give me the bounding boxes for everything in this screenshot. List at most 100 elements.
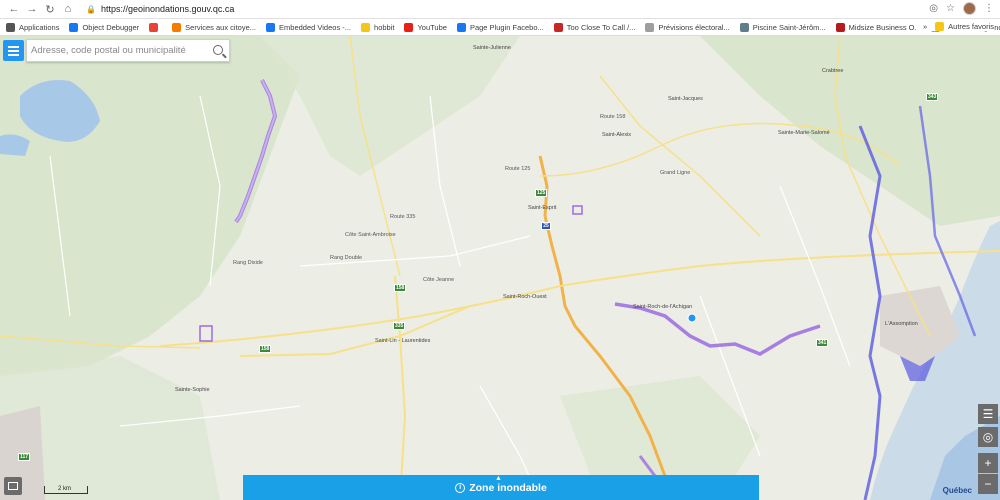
folder-icon — [935, 22, 945, 31]
image-layer-icon — [8, 482, 18, 490]
map-tools: ☰ ◎ — [978, 404, 998, 447]
bookmark-item[interactable]: hobbit — [361, 22, 395, 32]
bookmark-item[interactable]: Piscine Saint-Jérôm... — [739, 22, 826, 32]
highway-shield: 343 — [926, 93, 939, 101]
globe-icon — [739, 22, 749, 32]
highway-shield: 117 — [18, 453, 31, 461]
map-label-town: Crabtree — [822, 68, 844, 74]
map-label-town: Saint-Roch-Ouest — [503, 294, 547, 300]
hamburger-icon-line — [8, 49, 19, 52]
geolocate-icon[interactable]: ◎ — [978, 427, 998, 447]
bookmark-item[interactable]: Prévisions électoral... — [645, 22, 730, 32]
other-bookmarks[interactable]: » Autres favoris — [916, 22, 994, 31]
map-label-road: Rang Dixide — [233, 260, 263, 266]
bookmark-label: Embedded Videos -... — [279, 22, 352, 32]
bookmark-label: Too Close To Call /... — [566, 22, 636, 32]
bag-icon — [835, 22, 845, 32]
map-label-road: Rang Double — [330, 255, 363, 261]
folder-icon — [361, 22, 371, 32]
map-label-town: Saint-Esprit — [528, 205, 557, 211]
kebab-menu-icon[interactable]: ⋮ — [984, 3, 994, 14]
zoom-out-button[interactable]: − — [978, 474, 998, 494]
bookmark-item[interactable]: Services aux citoye... — [172, 22, 257, 32]
facebook-icon — [69, 22, 79, 32]
highway-shield: 341 — [816, 339, 829, 347]
zoom-in-button[interactable]: + — [978, 453, 998, 473]
bookmark-item[interactable]: Page Plugin Facebo... — [456, 22, 544, 32]
hamburger-icon-line — [8, 53, 19, 56]
highway-shield: 125 — [535, 189, 548, 197]
browser-address-bar: ← → ↻ ⌂ 🔒 https://geoinondations.gouv.qc… — [0, 0, 1000, 19]
map-label-road: Grand Ligne — [660, 170, 691, 176]
asterisk-icon — [172, 22, 182, 32]
bookmark-label: YouTube — [417, 22, 447, 32]
search-icon[interactable] — [213, 45, 223, 55]
search-input[interactable] — [31, 45, 209, 56]
hamburger-icon — [8, 45, 19, 48]
location-icon[interactable]: ◎ — [929, 3, 938, 14]
map-label-road: Route 125 — [505, 166, 531, 172]
highway-shield: 158 — [394, 284, 407, 292]
google-icon — [149, 22, 159, 32]
map-graphics — [0, 36, 1000, 500]
bookmark-item[interactable]: Object Debugger — [69, 22, 140, 32]
bookmarks-bar: Applications Object Debugger Services aux … — [0, 19, 1000, 36]
forward-icon[interactable]: → — [24, 1, 40, 17]
avatar[interactable] — [963, 2, 976, 15]
zoom-controls: + − — [978, 453, 998, 494]
bookmark-item[interactable]: YouTube — [404, 22, 447, 32]
map-canvas[interactable]: Sainte-Julienne Saint-Jacques Saint-Alex… — [0, 36, 1000, 500]
bookmark-label: Page Plugin Facebo... — [469, 22, 544, 32]
map-label-town: Sainte-Julienne — [473, 45, 511, 51]
basemap-layer-button[interactable] — [4, 477, 22, 495]
bookmark-label: Services aux citoye... — [185, 22, 257, 32]
map-label-road: Route 158 — [600, 114, 626, 120]
bookmark-label: Piscine Saint-Jérôm... — [752, 22, 826, 32]
bookmark-label: Object Debugger — [82, 22, 140, 32]
map-label-town: Saint-Lin - Laurentides — [375, 338, 431, 344]
scale-label: 2 km — [58, 486, 72, 492]
bookmark-item[interactable]: Midsize Business O... — [835, 22, 921, 32]
star-icon[interactable]: ☆ — [946, 3, 955, 14]
map-label-town: Saint-Jacques — [668, 96, 703, 102]
facebook-icon — [266, 22, 276, 32]
youtube-icon — [404, 22, 414, 32]
map-label-town: Sainte-Sophie — [175, 387, 210, 393]
map-label-town: Saint-Roch-de-l'Achigan — [633, 304, 693, 310]
map-label-town: Saint-Alexis — [602, 132, 632, 138]
facebook-icon — [456, 22, 466, 32]
highway-shield: 335 — [393, 322, 406, 330]
chevron-up-icon: ▲ — [495, 475, 502, 482]
map-label-road: Côte Jeanne — [423, 277, 455, 283]
url-text: https://geoinondations.gouv.qc.ca — [100, 4, 235, 14]
map-label-road: Route 335 — [390, 214, 416, 220]
more-bookmarks-icon[interactable]: » — [923, 22, 927, 31]
list-icon[interactable]: ☰ — [978, 404, 998, 424]
map-label-road: Côte Saint-Ambroise — [345, 232, 396, 238]
address-search — [26, 39, 230, 62]
zone-inondable-panel-toggle[interactable]: ▲ i Zone inondable — [243, 475, 759, 500]
zone-banner-label: Zone inondable — [469, 481, 547, 494]
bookmark-label: Prévisions électoral... — [658, 22, 730, 32]
autoroute-shield: 25 — [541, 222, 551, 230]
bookmark-label: hobbit — [374, 22, 395, 32]
menu-button[interactable] — [3, 40, 24, 61]
bookmark-item[interactable] — [149, 22, 162, 32]
bookmark-item[interactable]: Applications — [6, 22, 60, 32]
bookmark-label: Applications — [19, 22, 60, 32]
url-field[interactable]: 🔒 https://geoinondations.gouv.qc.ca — [86, 2, 234, 17]
map-label-town: Sainte-Marie-Salomé — [778, 130, 830, 136]
quebec-logo: Québec — [942, 486, 972, 495]
bookmark-label: Midsize Business O... — [848, 22, 921, 32]
highway-shield: 158 — [259, 345, 272, 353]
lock-icon: 🔒 — [86, 4, 96, 14]
apps-grid-icon — [6, 22, 15, 32]
home-icon[interactable]: ⌂ — [60, 1, 76, 17]
reload-icon[interactable]: ↻ — [42, 1, 58, 17]
other-bookmarks-label: Autres favoris — [948, 22, 994, 31]
tcc-icon — [553, 22, 563, 32]
info-icon: i — [455, 482, 466, 493]
back-icon[interactable]: ← — [6, 1, 22, 17]
bookmark-item[interactable]: Too Close To Call /... — [553, 22, 636, 32]
bookmark-item[interactable]: Embedded Videos -... — [266, 22, 352, 32]
